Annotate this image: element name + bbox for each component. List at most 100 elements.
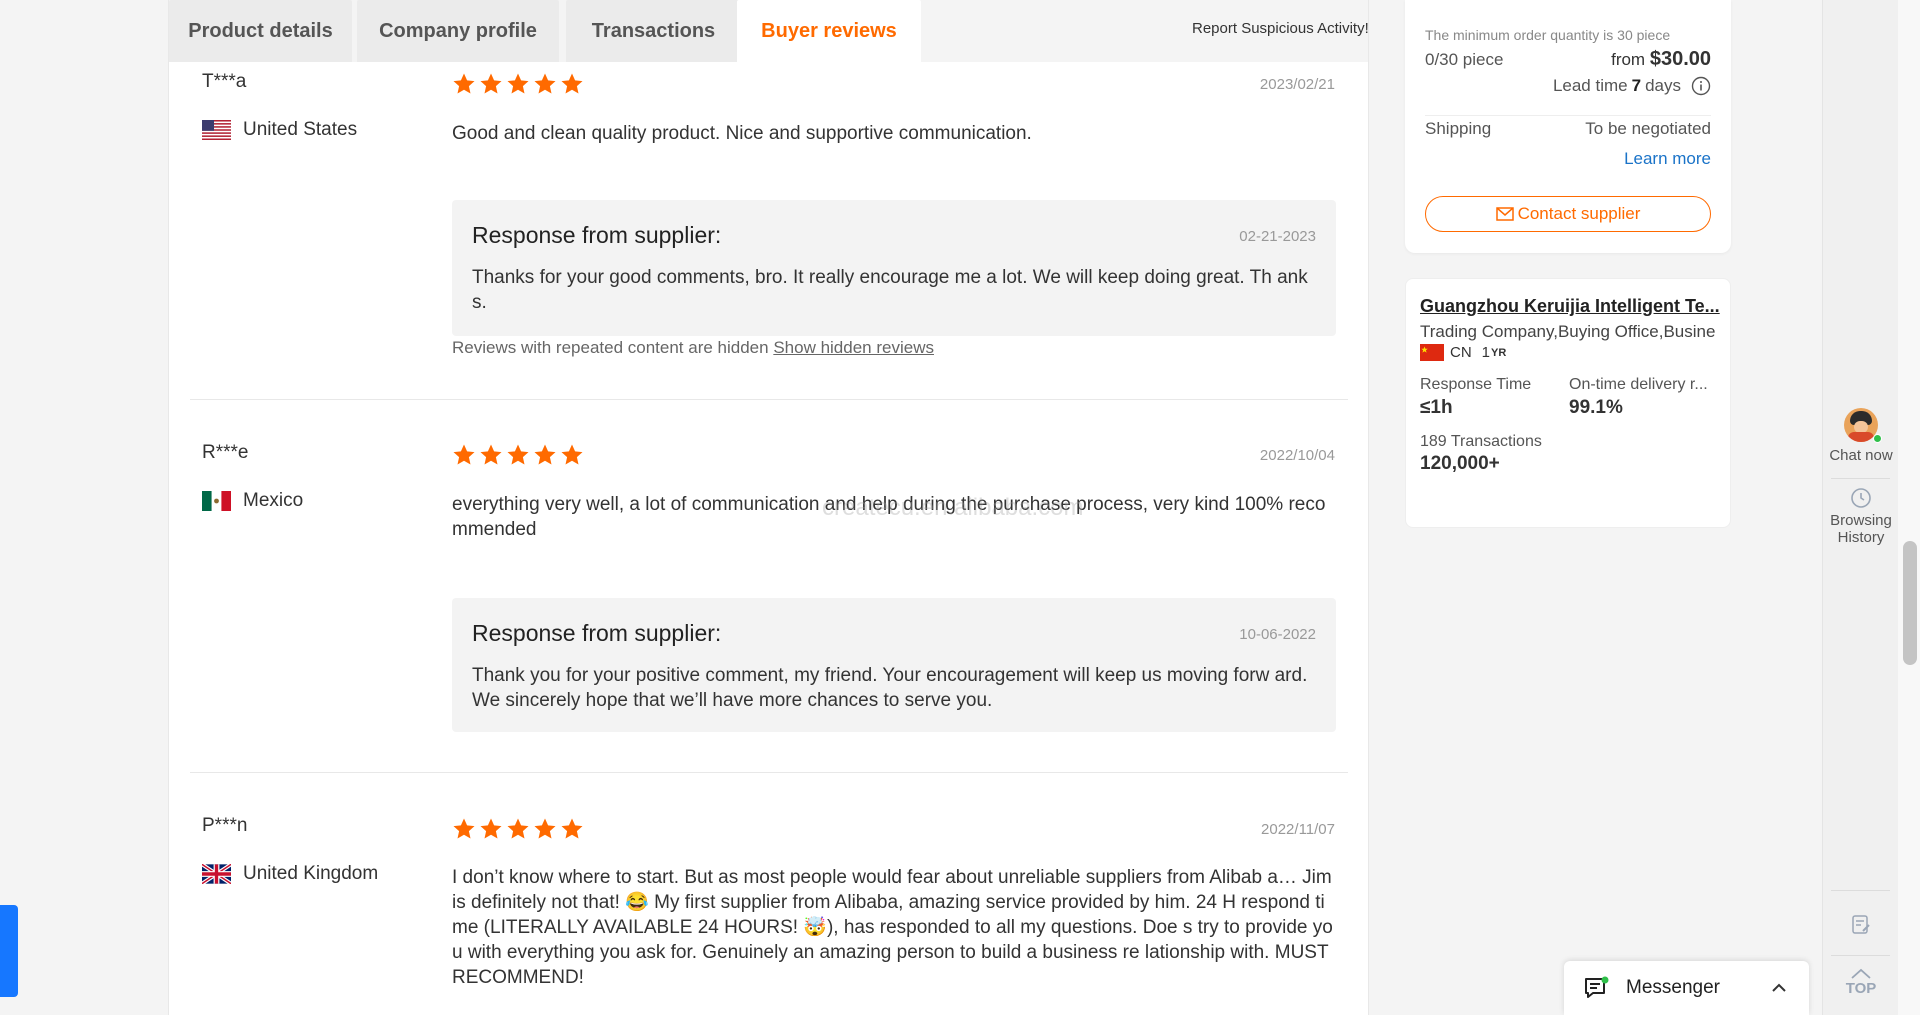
lead-time-row: Lead time 7 days bbox=[1553, 76, 1711, 96]
star-icon bbox=[561, 818, 583, 839]
online-status-dot bbox=[1873, 434, 1882, 443]
messenger-icon bbox=[1585, 976, 1609, 998]
star-icon bbox=[507, 73, 529, 94]
report-suspicious-link[interactable]: Report Suspicious Activity! bbox=[1192, 20, 1369, 37]
reviewer-name: T***a bbox=[202, 71, 247, 92]
tab-company-profile[interactable]: Company profile bbox=[357, 0, 559, 62]
reviewer-country: United Kingdom bbox=[202, 863, 378, 885]
lead-time-value: 7 bbox=[1631, 76, 1642, 95]
chevron-up-icon[interactable] bbox=[1771, 983, 1787, 993]
browsing-label: Browsing bbox=[1830, 512, 1892, 529]
review-date: 2022/10/04 bbox=[1259, 447, 1335, 464]
info-icon[interactable] bbox=[1691, 76, 1711, 96]
reviewer-country: United States bbox=[202, 119, 357, 141]
supplier-response: Response from supplier: 10-06-2022 Thank… bbox=[452, 598, 1336, 732]
show-hidden-reviews-link[interactable]: Show hidden reviews bbox=[773, 338, 934, 357]
mx-flag-icon bbox=[202, 491, 231, 511]
watermark: createcu.en.alibaba.com bbox=[822, 494, 1084, 521]
country-code: CN bbox=[1450, 344, 1472, 361]
star-icon bbox=[507, 444, 529, 465]
chat-now-label: Chat now bbox=[1829, 447, 1893, 464]
left-edge-tab[interactable] bbox=[0, 905, 18, 997]
star-icon bbox=[453, 444, 475, 465]
star-icon bbox=[561, 73, 583, 94]
star-icon bbox=[480, 818, 502, 839]
cn-flag-icon bbox=[1420, 344, 1444, 361]
tab-buyer-reviews[interactable]: Buyer reviews bbox=[737, 0, 921, 62]
rating-stars bbox=[452, 817, 584, 841]
toolbar-divider bbox=[1831, 890, 1890, 891]
feedback-icon[interactable] bbox=[1850, 914, 1872, 936]
scrollbar-thumb[interactable] bbox=[1903, 541, 1917, 665]
order-divider bbox=[1425, 115, 1711, 116]
response-time-label: Response Time bbox=[1420, 376, 1532, 393]
transactions-value: 120,000+ bbox=[1420, 453, 1500, 474]
hidden-reviews-note: Reviews with repeated content are hidden… bbox=[452, 338, 934, 358]
hidden-note-text: Reviews with repeated content are hidden bbox=[452, 338, 769, 357]
tab-product-details[interactable]: Product details bbox=[169, 0, 352, 62]
reviewer-country: Mexico bbox=[202, 490, 303, 512]
toolbar-divider bbox=[1831, 478, 1890, 479]
tab-bar: Product details Company profile Transact… bbox=[169, 0, 1369, 62]
star-icon bbox=[534, 444, 556, 465]
ontime-delivery-value: 99.1% bbox=[1569, 397, 1623, 418]
browsing-history-button[interactable]: Browsing History bbox=[1823, 487, 1899, 546]
response-title: Response from supplier: bbox=[472, 222, 722, 248]
supplier-origin: CN 1 YR bbox=[1420, 344, 1506, 361]
clock-icon bbox=[1851, 488, 1871, 508]
order-card: The minimum order quantity is 30 piece 0… bbox=[1405, 0, 1731, 253]
star-icon bbox=[534, 73, 556, 94]
star-icon bbox=[453, 818, 475, 839]
response-text: Thanks for your good comments, bro. It r… bbox=[472, 267, 1308, 313]
gb-flag-icon bbox=[202, 864, 231, 884]
review-date: 2022/11/07 bbox=[1261, 821, 1335, 838]
back-to-top-button[interactable]: TOP bbox=[1823, 968, 1899, 997]
response-date: 10-06-2022 bbox=[1239, 626, 1316, 643]
price-value: $30.00 bbox=[1649, 48, 1711, 70]
contact-supplier-button[interactable]: Contact supplier bbox=[1425, 196, 1711, 232]
star-icon bbox=[561, 444, 583, 465]
us-flag-icon bbox=[202, 120, 231, 140]
country-label: Mexico bbox=[243, 490, 304, 511]
top-label: TOP bbox=[1845, 980, 1877, 997]
scrollbar-track[interactable] bbox=[1898, 0, 1920, 1015]
order-quantity: 0/30 piece bbox=[1425, 50, 1504, 69]
years-unit: YR bbox=[1491, 346, 1507, 359]
rating-stars bbox=[452, 72, 584, 96]
supplier-name-link[interactable]: Guangzhou Keruijia Intelligent Te... bbox=[1420, 296, 1720, 317]
star-icon bbox=[480, 73, 502, 94]
reviewer-name: P***n bbox=[202, 815, 248, 836]
learn-more-link[interactable]: Learn more bbox=[1624, 149, 1711, 169]
moq-note: The minimum order quantity is 30 piece bbox=[1425, 27, 1671, 43]
tab-transactions[interactable]: Transactions bbox=[566, 0, 741, 62]
side-toolbar: Chat now Browsing History TOP bbox=[1822, 0, 1898, 1015]
contact-supplier-label: Contact supplier bbox=[1517, 204, 1641, 223]
supplier-response: Response from supplier: 02-21-2023 Thank… bbox=[452, 200, 1336, 336]
chat-now-button[interactable]: Chat now bbox=[1823, 408, 1899, 464]
review-divider bbox=[190, 399, 1348, 400]
price-row: from $30.00 bbox=[1611, 48, 1711, 71]
price-prefix: from bbox=[1611, 50, 1646, 69]
main-content: Product details Company profile Transact… bbox=[168, 0, 1369, 1015]
star-icon bbox=[480, 444, 502, 465]
response-text: Thank you for your positive comment, my … bbox=[472, 665, 1308, 711]
review-divider bbox=[190, 772, 1348, 773]
years-value: 1 bbox=[1481, 344, 1491, 361]
supplier-card: Guangzhou Keruijia Intelligent Te... Tra… bbox=[1405, 278, 1731, 528]
messenger-label: Messenger bbox=[1626, 977, 1720, 998]
response-title: Response from supplier: bbox=[472, 620, 722, 646]
shipping-label: Shipping bbox=[1425, 119, 1492, 138]
response-time-value: ≤1h bbox=[1420, 397, 1453, 418]
lead-time-label: Lead time bbox=[1552, 76, 1628, 95]
toolbar-divider bbox=[1831, 955, 1890, 956]
history-label: History bbox=[1837, 529, 1885, 546]
reviewer-name: R***e bbox=[202, 442, 249, 463]
messenger-bar[interactable]: Messenger bbox=[1564, 961, 1809, 1015]
supplier-type: Trading Company,Buying Office,Busine bbox=[1420, 322, 1716, 341]
rating-stars bbox=[452, 443, 584, 467]
shipping-value: To be negotiated bbox=[1585, 119, 1711, 138]
mail-icon bbox=[1495, 207, 1514, 221]
review-date: 2023/02/21 bbox=[1259, 76, 1335, 93]
response-date: 02-21-2023 bbox=[1239, 228, 1316, 245]
star-icon bbox=[453, 73, 475, 94]
